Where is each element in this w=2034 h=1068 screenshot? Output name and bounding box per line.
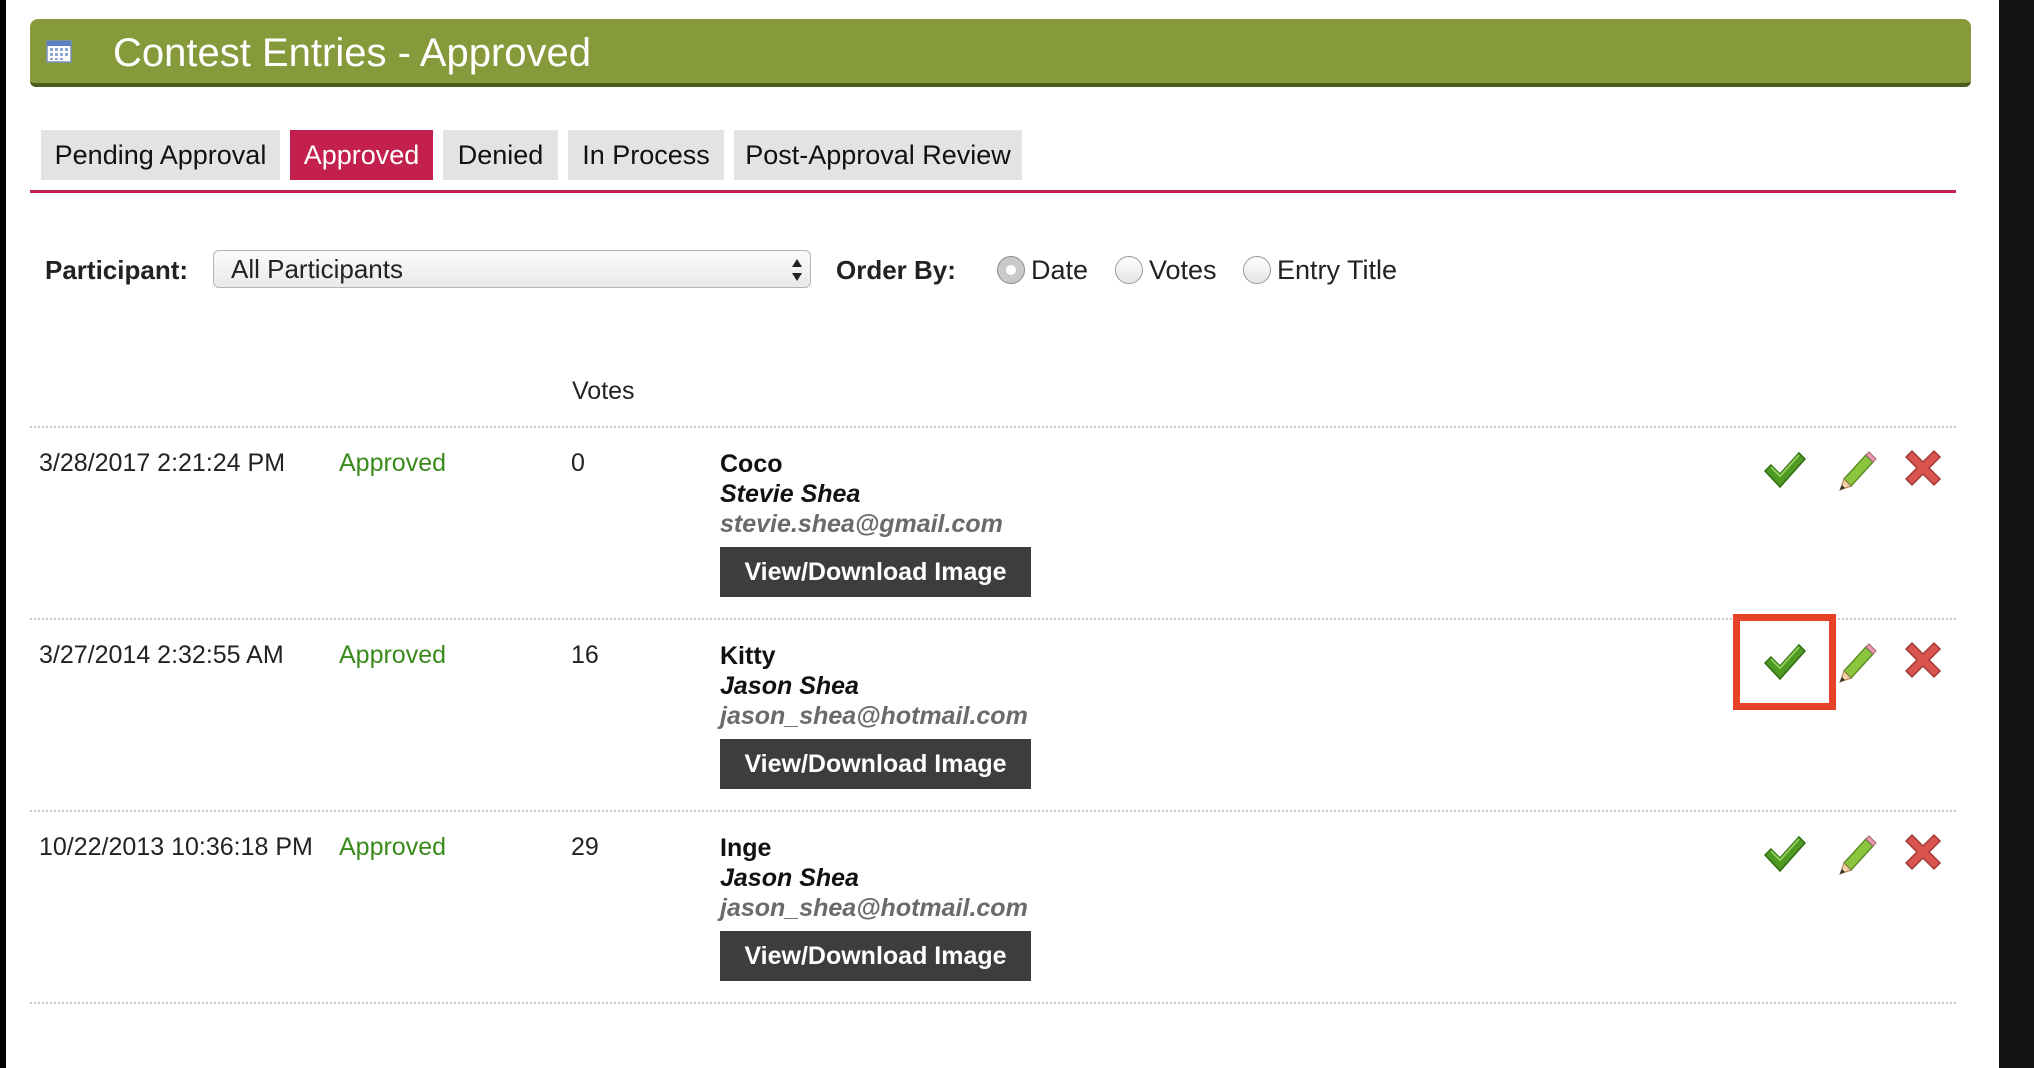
tab-pending-approval[interactable]: Pending Approval [41, 130, 280, 180]
deny-button[interactable] [1900, 833, 1946, 875]
order-votes-label[interactable]: Votes [1149, 255, 1217, 286]
votes-column-header: Votes [572, 377, 635, 405]
window-edge [1999, 0, 2034, 1068]
order-date-radio[interactable] [997, 256, 1025, 284]
entry-date: 10/22/2013 10:36:18 PM [39, 833, 313, 861]
view-download-image-button[interactable]: View/Download Image [720, 547, 1031, 597]
deny-button[interactable] [1900, 449, 1946, 491]
check-icon [1763, 835, 1807, 873]
order-entry-title-label[interactable]: Entry Title [1277, 255, 1397, 286]
x-icon [1904, 449, 1942, 487]
entry-date: 3/27/2014 2:32:55 AM [39, 641, 284, 669]
entry-status: Approved [339, 449, 447, 477]
entry-title: Coco [720, 450, 783, 478]
order-date-label[interactable]: Date [1031, 255, 1088, 286]
table-row: 3/28/2017 2:21:24 PM Approved 0 Coco Ste… [6, 429, 1999, 621]
pencil-icon [1839, 643, 1877, 683]
order-by-label: Order By: [836, 255, 956, 285]
highlight-box [1733, 614, 1836, 710]
deny-button[interactable] [1900, 641, 1946, 683]
entry-status: Approved [339, 641, 447, 669]
x-icon [1904, 833, 1942, 871]
entry-email: stevie.shea@gmail.com [720, 510, 1003, 538]
page-header: Contest Entries - Approved [30, 19, 1971, 87]
entry-votes: 0 [571, 449, 585, 477]
view-download-image-button[interactable]: View/Download Image [720, 931, 1031, 981]
row-divider [30, 426, 1956, 428]
entry-date: 3/28/2017 2:21:24 PM [39, 449, 286, 477]
row-divider [30, 810, 1956, 812]
tab-denied[interactable]: Denied [443, 130, 558, 180]
participant-select[interactable]: All Participants [213, 250, 811, 288]
tab-approved[interactable]: Approved [290, 130, 433, 180]
entry-author: Jason Shea [720, 864, 859, 892]
check-icon [1763, 451, 1807, 489]
entry-email: jason_shea@hotmail.com [720, 702, 1028, 730]
tab-post-approval-review[interactable]: Post-Approval Review [734, 130, 1022, 180]
edit-button[interactable] [1834, 449, 1880, 491]
order-votes-radio[interactable] [1115, 256, 1143, 284]
approve-button[interactable] [1762, 833, 1808, 875]
entry-email: jason_shea@hotmail.com [720, 894, 1028, 922]
entry-title: Kitty [720, 642, 776, 670]
calendar-icon [46, 40, 72, 63]
view-download-image-button[interactable]: View/Download Image [720, 739, 1031, 789]
page: Contest Entries - Approved Pending Appro… [6, 0, 1999, 1068]
pencil-icon [1839, 451, 1877, 491]
participant-label: Participant: [45, 255, 189, 285]
approve-button[interactable] [1762, 449, 1808, 491]
entry-author: Jason Shea [720, 672, 859, 700]
edit-button[interactable] [1834, 641, 1880, 683]
pencil-icon [1839, 835, 1877, 875]
entry-votes: 16 [571, 641, 599, 669]
entry-title: Inge [720, 834, 772, 862]
entry-status: Approved [339, 833, 447, 861]
tab-in-process[interactable]: In Process [568, 130, 724, 180]
participant-select-value: All Participants [231, 254, 403, 284]
entry-author: Stevie Shea [720, 480, 861, 508]
edit-button[interactable] [1834, 833, 1880, 875]
table-row: 3/27/2014 2:32:55 AM Approved 16 Kitty J… [6, 621, 1999, 813]
x-icon [1904, 641, 1942, 679]
row-divider [30, 618, 1956, 620]
tab-underline [30, 190, 1956, 193]
row-divider [30, 1002, 1956, 1004]
order-entry-title-radio[interactable] [1243, 256, 1271, 284]
entry-votes: 29 [571, 833, 599, 861]
table-row: 10/22/2013 10:36:18 PM Approved 29 Inge … [6, 813, 1999, 1005]
select-arrows-icon [792, 259, 802, 281]
page-title: Contest Entries - Approved [113, 31, 592, 75]
